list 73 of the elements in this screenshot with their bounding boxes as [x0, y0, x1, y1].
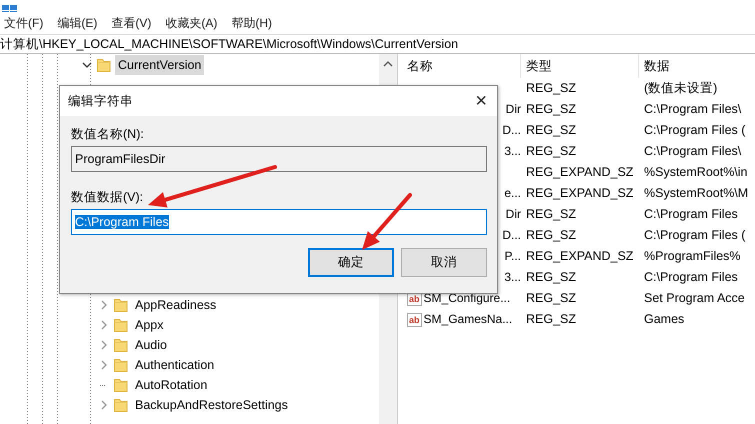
value-data: C:\Program Files\ — [644, 143, 742, 160]
value-type: REG_SZ — [526, 311, 576, 328]
folder-icon — [114, 337, 128, 353]
value-type: REG_SZ — [526, 101, 576, 118]
value-type: REG_SZ — [526, 269, 576, 286]
value-name[interactable]: SM_GamesNa... — [424, 309, 512, 330]
value-data: Set Program Acce — [644, 290, 745, 307]
tree-item[interactable]: AutoRotation — [132, 375, 210, 395]
chevron-right-icon[interactable] — [99, 400, 109, 410]
arrow — [362, 193, 412, 250]
tree-item[interactable]: BackupAndRestoreSettings — [132, 395, 291, 415]
column-header[interactable]: 类型 — [521, 54, 639, 78]
value-name[interactable]: Dir — [506, 204, 521, 225]
value-name[interactable]: P... — [504, 246, 521, 267]
value-data: C:\Program Files ( — [644, 227, 746, 244]
value-data: C:\Program Files — [644, 269, 738, 286]
field-label: 数值名称(N): — [71, 126, 145, 143]
dialog-button[interactable]: 取消 — [401, 248, 487, 277]
value-data: C:\Program Files — [644, 206, 738, 223]
value-type: REG_SZ — [526, 227, 576, 244]
value-type: REG_SZ — [526, 206, 576, 223]
value-type: REG_SZ — [526, 122, 576, 139]
dialog-title: 编辑字符串 — [68, 92, 133, 110]
value-name[interactable]: D... — [502, 120, 521, 141]
value-name[interactable]: 3... — [504, 267, 521, 288]
value-name[interactable]: D... — [502, 225, 521, 246]
folder-icon — [114, 357, 128, 373]
folder-icon — [114, 377, 128, 393]
value-name[interactable]: 3... — [504, 141, 521, 162]
chevron-right-icon[interactable] — [99, 320, 109, 330]
column-header[interactable]: 名称 — [402, 54, 521, 78]
chevron-down-icon[interactable] — [82, 60, 92, 70]
folder-icon — [114, 297, 128, 313]
dialog-button[interactable]: 确定 — [308, 248, 394, 277]
value-data: %SystemRoot%\M — [644, 185, 748, 202]
value-data: Games — [644, 311, 684, 328]
value-data: C:\Program Files ( — [644, 122, 746, 139]
scroll-up-icon — [383, 60, 393, 68]
string-value-icon: ab — [407, 312, 422, 326]
value-type: REG_EXPAND_SZ — [526, 248, 634, 265]
value-type: REG_EXPAND_SZ — [526, 164, 634, 181]
tree-item[interactable]: Audio — [132, 335, 170, 355]
tree-item[interactable]: Authentication — [132, 355, 218, 375]
chevron-right-icon[interactable] — [99, 360, 109, 370]
value-data: %SystemRoot%\in — [644, 164, 748, 181]
field-label: 数值数据(V): — [71, 189, 144, 206]
input-field[interactable]: C:\Program Files — [71, 209, 487, 235]
address-bar[interactable]: 计算机\HKEY_LOCAL_MACHINE\SOFTWARE\Microsoft\Windows\CurrentVersion — [0, 37, 458, 51]
folder-icon — [114, 317, 128, 333]
value-data: (数值未设置) — [644, 80, 718, 97]
menu-item[interactable]: 收藏夹(A) — [165, 14, 218, 32]
input-field[interactable]: ProgramFilesDir — [71, 146, 487, 172]
menu-item[interactable]: 文件(F) — [4, 14, 44, 32]
close-button[interactable]: × — [473, 91, 489, 111]
value-data: C:\Program Files\ — [644, 101, 742, 118]
folder-icon — [97, 57, 111, 73]
value-type: REG_EXPAND_SZ — [526, 185, 634, 202]
chevron-right-icon[interactable] — [99, 340, 109, 350]
value-type: REG_SZ — [526, 290, 576, 307]
tree-item[interactable]: Appx — [132, 315, 166, 335]
tree-item[interactable]: AppReadiness — [132, 295, 220, 315]
value-name[interactable]: e... — [504, 183, 521, 204]
value-type: REG_SZ — [526, 143, 576, 160]
menu-item[interactable]: 帮助(H) — [231, 14, 272, 32]
tree-item[interactable]: CurrentVersion — [115, 55, 204, 75]
chevron-right-icon[interactable] — [99, 300, 109, 310]
value-data: %ProgramFiles% — [644, 248, 741, 265]
column-header[interactable]: 数据 — [639, 54, 755, 78]
menu-item[interactable]: 查看(V) — [111, 14, 152, 32]
value-type: REG_SZ — [526, 80, 576, 97]
value-name[interactable]: Dir — [506, 99, 521, 120]
menu-item[interactable]: 编辑(E) — [57, 14, 98, 32]
folder-icon — [114, 397, 128, 413]
